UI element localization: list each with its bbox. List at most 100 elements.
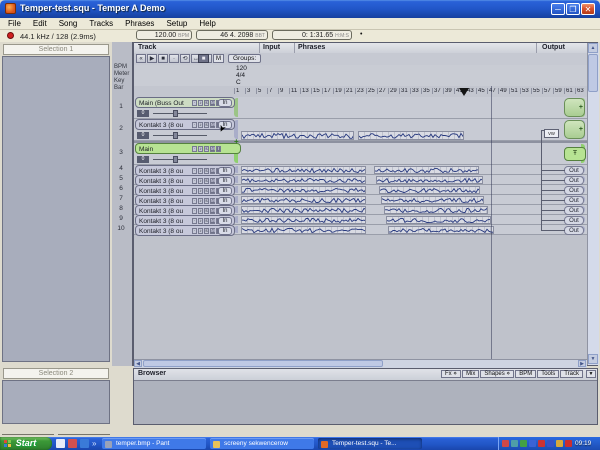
selection1-header[interactable]: Selection 1: [3, 44, 109, 55]
output-out-button[interactable]: Out: [564, 165, 584, 175]
track-mini-button-I[interactable]: I: [216, 146, 221, 152]
tray-icon-0[interactable]: [502, 440, 509, 447]
track-lane-2[interactable]: Kontakt 3 (8 ou·♪sMIIn0+vw: [134, 119, 587, 141]
track-mini-button-·[interactable]: ·: [192, 168, 197, 174]
ruler-bar-39[interactable]: 39: [443, 88, 454, 94]
phrase-clip[interactable]: [241, 186, 366, 194]
ruler-bar-3[interactable]: 3: [245, 88, 256, 94]
track-input-button[interactable]: In: [218, 206, 232, 215]
playhead-marker[interactable]: [459, 88, 469, 96]
tray-icon-7[interactable]: [565, 440, 572, 447]
scroll-right-icon[interactable]: ▶: [578, 360, 586, 367]
output-bus-box[interactable]: +: [564, 120, 585, 139]
horizontal-scroll-thumb[interactable]: [143, 360, 383, 367]
track-mini-button-M[interactable]: M: [210, 168, 215, 174]
ruler-bar-53[interactable]: 53: [520, 88, 531, 94]
groups-button[interactable]: Groups:: [228, 54, 262, 63]
output-out-button[interactable]: Out: [564, 225, 584, 235]
output-plus-icon[interactable]: +: [579, 126, 583, 133]
output-out-button[interactable]: Out: [564, 205, 584, 215]
zoom-slider-left[interactable]: [2, 430, 54, 435]
transport-button-0[interactable]: «: [136, 54, 146, 63]
fader-thumb[interactable]: [173, 132, 178, 139]
track-mini-button-·[interactable]: ·: [192, 218, 197, 224]
track-mini-button-♪[interactable]: ♪: [198, 208, 203, 214]
track-input-button[interactable]: In: [218, 186, 232, 195]
menu-phrases[interactable]: Phrases: [119, 18, 160, 29]
ruler-bar-23[interactable]: 23: [355, 88, 366, 94]
horizontal-scrollbar[interactable]: ◀ ▶: [134, 359, 587, 368]
track-lane-5[interactable]: Kontakt 3 (8 ou·♪sMIInOut: [134, 175, 587, 186]
track-mini-button-M[interactable]: M: [210, 122, 215, 128]
tray-icon-3[interactable]: [529, 440, 536, 447]
fader-thumb[interactable]: [173, 110, 178, 117]
task-button-2[interactable]: Temper-test.squ - Te...: [318, 438, 422, 449]
ruler-bar-17[interactable]: 17: [322, 88, 333, 94]
output-out-button[interactable]: Out: [564, 195, 584, 205]
phrase-clip[interactable]: [379, 186, 480, 194]
browser-tab-tools[interactable]: Tools: [537, 370, 560, 378]
track-mini-button-·[interactable]: ·: [192, 122, 197, 128]
track-mini-button-s[interactable]: s: [204, 178, 209, 184]
transport-button-2[interactable]: ■: [158, 54, 168, 63]
track-mini-button-·[interactable]: ·: [192, 100, 197, 106]
ruler-bar-33[interactable]: 33: [410, 88, 421, 94]
phrase-clip[interactable]: [241, 166, 366, 174]
tray-icon-4[interactable]: [538, 440, 545, 447]
track-pill-3[interactable]: Main · ♪ s M I: [135, 143, 241, 154]
ruler-bar-55[interactable]: 55: [531, 88, 542, 94]
monitor-button[interactable]: M: [213, 54, 224, 63]
position-display[interactable]: 46 4. 2098 BBT: [196, 30, 268, 40]
tray-icon-5[interactable]: [547, 440, 554, 447]
track-mini-button-s[interactable]: s: [204, 188, 209, 194]
ruler-bar-37[interactable]: 37: [432, 88, 443, 94]
phrase-clip[interactable]: [386, 216, 491, 224]
track-mini-button-s[interactable]: s: [204, 198, 209, 204]
ruler-bar-57[interactable]: 57: [542, 88, 553, 94]
phrase-clip[interactable]: [241, 131, 354, 140]
selection2-header[interactable]: Selection 2: [3, 368, 109, 379]
zoom-slider-right[interactable]: [58, 430, 110, 435]
track-mini-button-M[interactable]: M: [210, 228, 215, 234]
menu-tracks[interactable]: Tracks: [83, 18, 119, 29]
fader-thumb[interactable]: [173, 156, 178, 163]
tray-icon-6[interactable]: [556, 440, 563, 447]
track-lane-9[interactable]: Kontakt 3 (8 ou·♪sMIInOut: [134, 215, 587, 226]
phrase-clip[interactable]: [384, 206, 488, 214]
track-mini-button-s[interactable]: s: [204, 146, 209, 152]
browser-collapse-button[interactable]: ▼: [586, 370, 596, 378]
browser-tab-bpm[interactable]: BPM: [515, 370, 537, 378]
phrase-clip[interactable]: [376, 176, 483, 184]
ruler-bar-15[interactable]: 15: [311, 88, 322, 94]
track-lane-1[interactable]: Main (Buss Out·♪sMIIn0+: [134, 97, 587, 119]
track-mini-button-s[interactable]: s: [204, 218, 209, 224]
output-plus-icon[interactable]: +: [579, 104, 583, 111]
ruler-bar-5[interactable]: 5: [256, 88, 267, 94]
ruler-bar-45[interactable]: 45: [476, 88, 487, 94]
ruler-bar-1[interactable]: 1: [234, 88, 245, 94]
track-mini-button-♪[interactable]: ♪: [198, 122, 203, 128]
maximize-button[interactable]: ❐: [566, 3, 580, 15]
phrase-clip[interactable]: [374, 166, 479, 174]
vertical-scroll-thumb[interactable]: [588, 54, 598, 92]
track-mini-button-s[interactable]: s: [204, 228, 209, 234]
ruler-bar-59[interactable]: 59: [553, 88, 564, 94]
ruler-bar-9[interactable]: 9: [278, 88, 289, 94]
ruler-bar-35[interactable]: 35: [421, 88, 432, 94]
phrase-clip[interactable]: [241, 216, 366, 224]
track-lane-7[interactable]: Kontakt 3 (8 ou·♪sMIInOut: [134, 195, 587, 206]
output-out-button[interactable]: Out: [564, 215, 584, 225]
track-lane-4[interactable]: Kontakt 3 (8 ou·♪sMIInOut: [134, 165, 587, 176]
ruler-bar-31[interactable]: 31: [399, 88, 410, 94]
quicklaunch-icon-1[interactable]: [68, 439, 77, 448]
ruler-bar-49[interactable]: 49: [498, 88, 509, 94]
selection1-panel[interactable]: [2, 56, 110, 362]
track-mini-button-♪[interactable]: ♪: [198, 146, 203, 152]
ruler-bar-19[interactable]: 19: [333, 88, 344, 94]
track-lane-3[interactable]: Main · ♪ s M I 0 Ŧ: [134, 143, 587, 165]
menu-edit[interactable]: Edit: [27, 18, 53, 29]
track-input-button[interactable]: In: [218, 166, 232, 175]
ruler-bar-13[interactable]: 13: [300, 88, 311, 94]
track-mini-button-·[interactable]: ·: [192, 178, 197, 184]
browser-tab-track[interactable]: Track: [560, 370, 583, 378]
